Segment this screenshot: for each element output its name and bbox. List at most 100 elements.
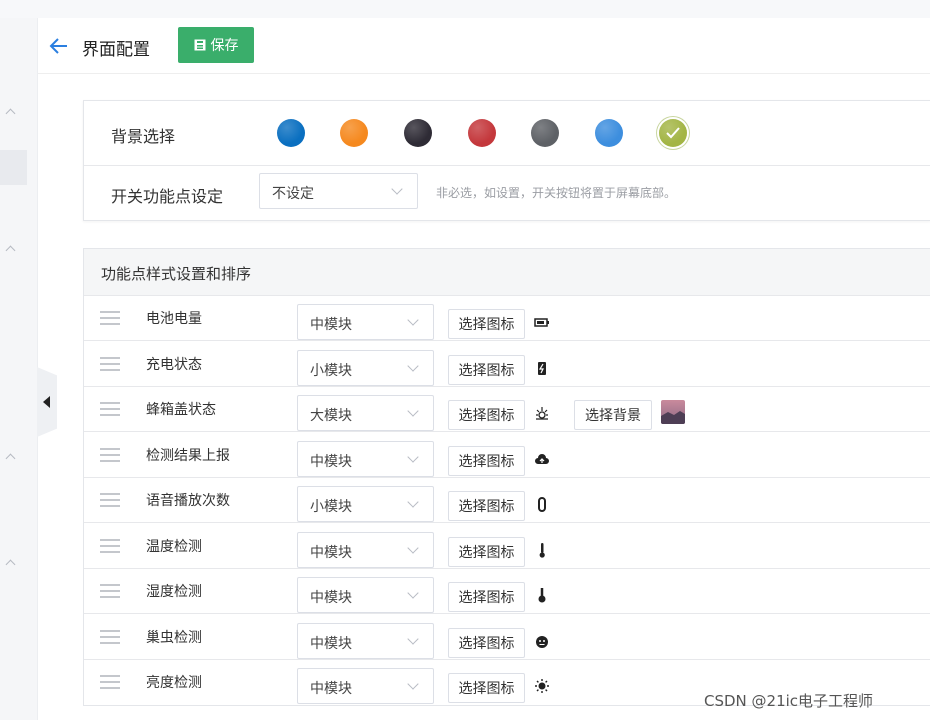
triangle-left-icon <box>42 396 50 408</box>
chevron-down-icon <box>407 314 419 326</box>
feature-row: 湿度检测 中模块 选择图标 <box>84 568 930 614</box>
module-size-value: 小模块 <box>310 362 352 379</box>
sidebar-collapse-button[interactable] <box>37 367 57 437</box>
swatch-red[interactable] <box>468 119 496 147</box>
feature-label: 语音播放次数 <box>146 493 230 509</box>
switch-select-value: 不设定 <box>272 186 314 202</box>
back-arrow-icon[interactable] <box>48 35 70 57</box>
battery-icon <box>534 318 549 327</box>
feature-label: 电池电量 <box>146 311 202 327</box>
feature-label: 充电状态 <box>146 356 202 373</box>
background-row: 背景选择 <box>84 101 930 166</box>
drag-handle-icon[interactable] <box>100 493 120 507</box>
hive-icon <box>536 407 548 420</box>
switch-select[interactable]: 不设定 <box>259 173 418 209</box>
module-size-select[interactable]: 中模块 <box>297 668 434 704</box>
choose-icon-button[interactable]: 选择图标 <box>448 445 525 476</box>
choose-icon-button[interactable]: 选择图标 <box>448 582 525 612</box>
module-size-value: 中模块 <box>310 635 352 652</box>
feature-label: 温度检测 <box>146 538 202 555</box>
feature-label: 湿度检测 <box>146 584 202 600</box>
choose-icon-button[interactable]: 选择图标 <box>448 354 525 385</box>
chevron-down-icon <box>407 496 419 508</box>
feature-row: 巢虫检测 中模块 选择图标 <box>84 614 930 660</box>
humidity-icon <box>538 588 546 603</box>
module-size-value: 中模块 <box>310 317 352 333</box>
module-size-select[interactable]: 大模块 <box>297 395 434 431</box>
chevron-down-icon <box>407 678 419 690</box>
swatch-gray[interactable] <box>531 119 559 147</box>
chevron-down-icon <box>407 587 419 599</box>
thermometer-icon <box>539 542 545 558</box>
drag-handle-icon[interactable] <box>100 538 120 553</box>
choose-icon-button[interactable]: 选择图标 <box>448 309 525 339</box>
feature-label: 巢虫检测 <box>146 629 202 646</box>
features-card: 功能点样式设置和排序 电池电量 中模块 选择图标 充电状态 小模块 选择图标 蜂箱盖状态 大模… <box>83 248 930 706</box>
drag-handle-icon[interactable] <box>100 584 120 598</box>
drag-handle-icon[interactable] <box>100 356 120 371</box>
page-header: 界面配置 保存 <box>38 18 930 74</box>
feature-label: 亮度检测 <box>146 675 202 691</box>
switch-hint: 非必选，如设置，开关按钮将置于屏幕底部。 <box>436 186 677 200</box>
module-size-value: 中模块 <box>310 453 352 470</box>
feature-row: 蜂箱盖状态 大模块 选择图标 选择背景 <box>84 386 930 432</box>
drag-handle-icon[interactable] <box>100 311 120 325</box>
feature-label: 蜂箱盖状态 <box>146 402 216 418</box>
module-size-select[interactable]: 小模块 <box>297 349 434 386</box>
features-title: 功能点样式设置和排序 <box>101 265 252 283</box>
chevron-down-icon <box>407 632 419 645</box>
module-size-value: 中模块 <box>310 544 352 561</box>
module-size-select[interactable]: 中模块 <box>297 622 434 659</box>
background-thumbnail[interactable] <box>661 400 685 424</box>
choose-background-button[interactable]: 选择背景 <box>574 400 652 430</box>
drag-handle-icon[interactable] <box>100 675 120 689</box>
bug-face-icon <box>536 635 548 648</box>
swatch-dark[interactable] <box>404 119 432 147</box>
swatch-light-blue[interactable] <box>595 119 623 147</box>
module-size-value: 中模块 <box>310 681 352 697</box>
swatch-orange[interactable] <box>340 119 368 147</box>
sidebar <box>0 18 38 720</box>
module-size-select[interactable]: 中模块 <box>297 440 434 477</box>
drag-handle-icon[interactable] <box>100 629 120 644</box>
choose-icon-button[interactable]: 选择图标 <box>448 491 525 521</box>
chevron-down-icon <box>407 541 419 554</box>
choose-icon-button[interactable]: 选择图标 <box>448 627 525 658</box>
module-size-select[interactable]: 中模块 <box>297 577 434 613</box>
save-button[interactable]: 保存 <box>178 27 254 63</box>
sidebar-selected-item[interactable] <box>0 150 27 185</box>
cloud-upload-icon <box>535 453 549 464</box>
page-title: 界面配置 <box>82 40 150 60</box>
swatch-blue[interactable] <box>277 119 305 147</box>
check-icon <box>666 127 680 139</box>
feature-row: 电池电量 中模块 选择图标 <box>84 295 930 341</box>
choose-icon-button[interactable]: 选择图标 <box>448 400 525 430</box>
chevron-down-icon <box>391 183 403 195</box>
config-card: 背景选择 开关功能点设定 不设定 非必选，如设置，开关按钮将置于屏幕底部。 <box>83 100 930 221</box>
feature-row: 语音播放次数 小模块 选择图标 <box>84 477 930 523</box>
feature-row: 温度检测 中模块 选择图标 <box>84 523 930 569</box>
feature-label: 检测结果上报 <box>146 447 230 464</box>
top-strip <box>0 0 930 18</box>
feature-row: 充电状态 小模块 选择图标 <box>84 341 930 387</box>
save-button-label: 保存 <box>210 38 239 54</box>
module-size-select[interactable]: 中模块 <box>297 531 434 568</box>
counter-icon <box>538 497 546 512</box>
module-size-value: 小模块 <box>310 499 352 515</box>
drag-handle-icon[interactable] <box>100 402 120 416</box>
watermark: CSDN @21ic电子工程师 <box>704 692 874 710</box>
save-icon <box>194 39 205 51</box>
module-size-select[interactable]: 中模块 <box>297 304 434 340</box>
drag-handle-icon[interactable] <box>100 447 120 462</box>
switch-label: 开关功能点设定 <box>111 187 224 206</box>
module-size-value: 中模块 <box>310 590 352 606</box>
swatch-olive-selected[interactable] <box>659 119 687 147</box>
chevron-down-icon <box>407 359 419 372</box>
sun-icon <box>535 679 549 693</box>
module-size-select[interactable]: 小模块 <box>297 486 434 522</box>
background-label: 背景选择 <box>111 127 176 146</box>
feature-row: 检测结果上报 中模块 选择图标 <box>84 432 930 478</box>
choose-icon-button[interactable]: 选择图标 <box>448 536 525 567</box>
choose-icon-button[interactable]: 选择图标 <box>448 673 525 703</box>
charging-icon <box>538 361 546 375</box>
